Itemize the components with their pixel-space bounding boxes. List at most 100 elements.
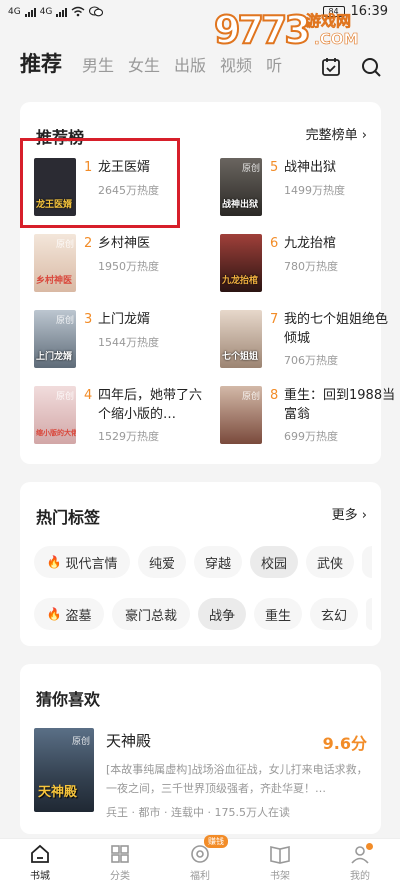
cover-text: 战神出狱 (222, 200, 259, 210)
grid-icon (111, 845, 129, 863)
earn-badge: 赚钱 (204, 835, 228, 848)
tag-label: 玄幻 (320, 608, 347, 624)
nav-welfare[interactable]: 赚钱 福利 (170, 835, 230, 882)
signal-icon-2 (56, 7, 68, 17)
fire-icon: 🔥 (46, 555, 62, 569)
nav-category[interactable]: 分类 (90, 843, 150, 882)
book-cover: 原创 战神出狱 (220, 158, 262, 216)
book-title[interactable]: 天神殿 (106, 730, 151, 751)
heat-value: 699万热度 (284, 430, 338, 443)
watermark-site: 游戏网 (306, 12, 352, 31)
network-label-2: 4G (39, 6, 53, 17)
tag-chip[interactable]: 🔥 盗墓 (34, 598, 104, 630)
heat-value: 1529万热度 (98, 430, 159, 443)
cover-text: 七个姐姐 (222, 352, 259, 362)
fire-icon: 🔥 (46, 607, 62, 621)
rank-item-4[interactable]: 原创 缩小版的大佬 4 四年后，她带了六个缩小版的… 1529万热度 (34, 386, 204, 446)
heat-value: 1544万热度 (98, 336, 159, 349)
heat-value: 780万热度 (284, 260, 338, 273)
book-cover: 原创 缩小版的大佬 (34, 386, 76, 444)
watermark-domain: .COM (314, 30, 359, 49)
cover-tag: 原创 (55, 240, 74, 250)
rank-item-8[interactable]: 原创 8 重生：回到1988当富翁 699万热度 (220, 386, 395, 446)
book-description: [本故事纯属虚构]战场浴血征战，女儿打来电话求救，一夜之间，三千世界顶级强者，齐… (106, 763, 368, 795)
tag-chip[interactable]: 战争 (198, 598, 246, 630)
tab-male[interactable]: 男生 (82, 52, 114, 76)
highlight-box (20, 138, 180, 228)
tag-chip[interactable]: 玄幻 (310, 598, 358, 630)
tab-publish[interactable]: 出版 (174, 52, 206, 76)
book-cover: 原创 上门龙婿 (34, 310, 76, 368)
book-name: 四年后，她带了六个缩小版的… (98, 388, 203, 422)
heat-value: 1499万热度 (284, 184, 345, 197)
nav-label: 书城 (30, 871, 50, 882)
tab-listen[interactable]: 听 (266, 52, 282, 76)
tag-label: 盗墓 (65, 608, 92, 624)
channel-tabs: 推荐 男生 女生 出版 视频 听 (20, 48, 296, 82)
guess-title: 猜你喜欢 (36, 690, 101, 709)
tab-recommend[interactable]: 推荐 (20, 48, 62, 78)
nav-profile[interactable]: 我的 (330, 843, 390, 882)
tag-chip[interactable]: 🔥 现代言情 (34, 546, 130, 578)
tag-chip[interactable]: 纯爱 (138, 546, 186, 578)
tag-chip[interactable]: 穿越 (194, 546, 242, 578)
tag-label: 重生 (264, 608, 291, 624)
book-name: 乡村神医 (98, 236, 151, 251)
cover-tag: 原创 (241, 164, 260, 174)
tag-label: 穿越 (204, 556, 231, 572)
tag-chip[interactable]: 武侠 (306, 546, 354, 578)
notification-dot (366, 843, 373, 850)
book-name: 重生：回到1988当富翁 (284, 388, 396, 422)
heat-value: 706万热度 (284, 354, 338, 367)
tag-label: 现代言情 (65, 556, 118, 572)
nav-bookstore[interactable]: 书城 (10, 843, 70, 882)
rank-number: 3 (84, 312, 93, 327)
tag-label: 校园 (260, 556, 287, 572)
top-icons (320, 56, 382, 78)
search-icon[interactable] (360, 56, 382, 78)
tag-label: 纯爱 (148, 556, 175, 572)
rank-number: 2 (84, 236, 93, 251)
cover-tag: 原创 (55, 316, 74, 326)
home-icon (31, 844, 49, 863)
heat-value: 1950万热度 (98, 260, 159, 273)
tag-label: 武侠 (316, 556, 343, 572)
tag-chip-partial[interactable] (366, 598, 372, 630)
hot-tags-title: 热门标签 (36, 508, 101, 527)
cover-tag: 原创 (71, 737, 90, 747)
full-ranking-link[interactable]: 完整榜单 › (306, 124, 367, 143)
book-icon (270, 846, 290, 864)
tag-chip[interactable]: 重生 (254, 598, 302, 630)
guess-you-like-card: 猜你喜欢 原创 天神殿 天神殿 9.6分 [本故事纯属虚构]战场浴血征战，女儿打… (20, 664, 381, 834)
book-meta: 兵王 · 都市 · 连载中 · 175.5万人在读 (106, 806, 290, 819)
nav-label: 书架 (270, 871, 290, 882)
tag-label: 战争 (208, 608, 235, 624)
bottom-nav: 书城 分类 赚钱 福利 书架 我的 (0, 835, 400, 888)
tag-chip-partial[interactable] (362, 546, 372, 578)
watermark-logo: 9773 游戏网 .COM (213, 7, 394, 53)
cover-text: 上门龙婿 (36, 352, 73, 362)
book-name: 我的七个姐姐绝色倾城 (284, 312, 389, 346)
cover-text: 缩小版的大佬 (36, 429, 76, 437)
tag-label: 豪门总裁 (124, 608, 177, 624)
rank-item-2[interactable]: 原创 乡村神医 2 乡村神医 1950万热度 (34, 234, 204, 294)
chat-app-icon (89, 6, 104, 17)
cover-tag: 原创 (55, 392, 74, 402)
more-tags-link[interactable]: 更多 › (332, 504, 367, 523)
book-cover[interactable]: 原创 天神殿 (34, 728, 94, 812)
rank-item-5[interactable]: 原创 战神出狱 5 战神出狱 1499万热度 (220, 158, 390, 218)
rank-item-7[interactable]: 七个姐姐 7 我的七个姐姐绝色倾城 706万热度 (220, 310, 390, 370)
book-cover: 七个姐姐 (220, 310, 262, 368)
nav-bookshelf[interactable]: 书架 (250, 843, 310, 882)
rank-item-3[interactable]: 原创 上门龙婿 3 上门龙婿 1544万热度 (34, 310, 204, 370)
cover-tag: 原创 (241, 392, 260, 402)
rank-number: 7 (270, 312, 279, 327)
checkin-icon[interactable] (320, 56, 342, 78)
tab-female[interactable]: 女生 (128, 52, 160, 76)
nav-label: 福利 (190, 871, 210, 882)
network-label-1: 4G (8, 6, 21, 17)
rank-item-6[interactable]: 九龙抬棺 6 九龙抬棺 780万热度 (220, 234, 390, 294)
tab-video[interactable]: 视频 (220, 52, 252, 76)
tag-chip[interactable]: 豪门总裁 (112, 598, 190, 630)
tag-chip[interactable]: 校园 (250, 546, 298, 578)
